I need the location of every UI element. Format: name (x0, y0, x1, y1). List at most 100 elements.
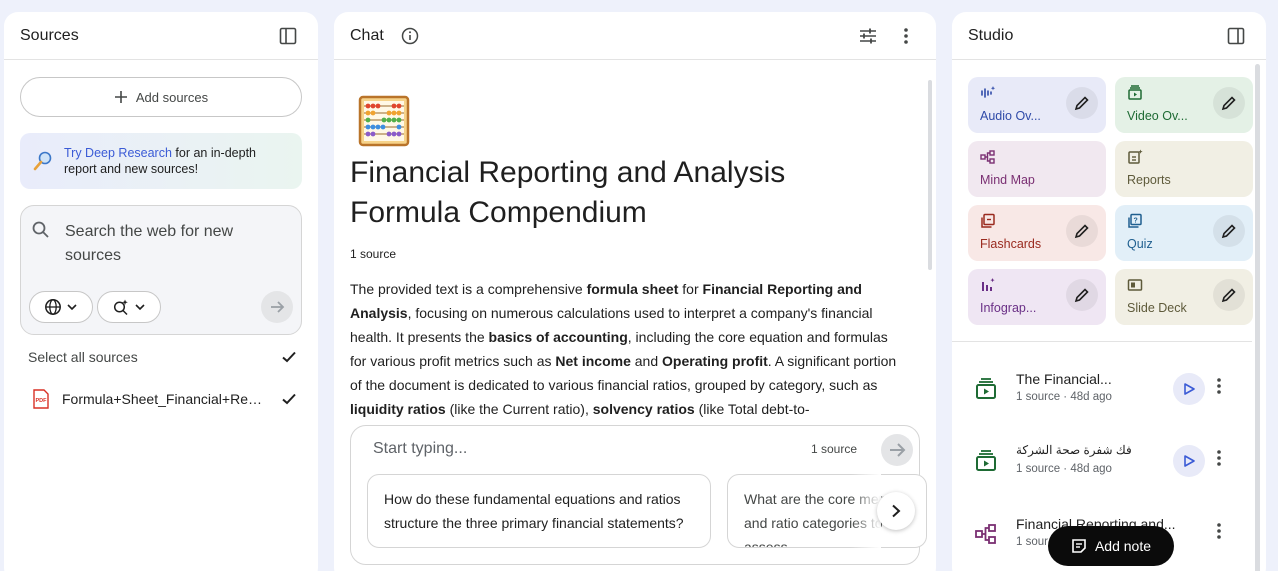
edit-pencil-icon[interactable] (1066, 87, 1098, 119)
studio-scrollbar[interactable] (1255, 64, 1260, 571)
notebook-title: Financial Reporting and Analysis Formula… (350, 156, 786, 229)
more-vert-icon[interactable] (1216, 522, 1222, 540)
source-item-name: Formula+Sheet_Financial+Reporting+and+An… (62, 391, 268, 407)
info-icon[interactable] (396, 22, 424, 50)
flashcards-tile[interactable]: Flashcards (968, 205, 1106, 261)
sidebar-collapse-icon[interactable] (1222, 22, 1250, 50)
search-icon (31, 220, 51, 240)
slide-deck-tile[interactable]: Slide Deck (1115, 269, 1253, 325)
magnifier-sparkle-icon (32, 150, 54, 172)
more-vert-icon[interactable] (1216, 449, 1222, 467)
add-note-label: Add note (1094, 538, 1152, 554)
add-sources-button[interactable]: Add sources (20, 77, 302, 117)
tile-label: Video Ov... (1127, 109, 1188, 123)
note-meta: 1 source · 48d ago (1016, 391, 1112, 403)
more-vert-icon[interactable] (892, 22, 920, 50)
chevron-down-icon (134, 301, 146, 313)
suggested-question[interactable]: How do these fundamental equations and r… (367, 474, 711, 548)
note-meta: 1 source · 48d ago (1016, 463, 1112, 475)
more-vert-icon[interactable] (1216, 377, 1222, 395)
sources-panel: Sources Add sources Try Deep Research fo… (4, 12, 318, 571)
chat-scrollbar[interactable] (928, 80, 932, 270)
next-suggestions-button[interactable] (877, 492, 915, 530)
composer-source-count: 1 source (810, 442, 857, 456)
chat-panel: Chat Financial Reporting and Analysis Fo… (334, 12, 936, 571)
abacus-emoji-icon (358, 95, 410, 147)
notebook-summary: The provided text is a comprehensive for… (350, 277, 906, 421)
summary-segment: The provided text is a comprehensive (350, 281, 587, 297)
select-all-checkbox[interactable] (280, 348, 298, 366)
audio-overview-tile[interactable]: Audio Ov... (968, 77, 1106, 133)
studio-note-item[interactable]: The Financial... 1 source · 48d ago (968, 367, 1248, 415)
note-title: فك شفرة صحة الشركة (1016, 443, 1132, 457)
summary-segment: solvency ratios (592, 401, 695, 417)
globe-icon (44, 298, 62, 316)
summary-segment: Net income (555, 353, 631, 369)
video-overview-icon (974, 449, 998, 473)
sidebar-collapse-icon[interactable] (274, 22, 302, 50)
plus-icon (114, 90, 128, 104)
quiz-tile[interactable]: ? Quiz (1115, 205, 1253, 261)
reports-tile[interactable]: Reports (1115, 141, 1253, 197)
summary-segment: formula sheet (586, 281, 679, 297)
video-overview-icon (974, 377, 998, 401)
summary-segment: (like Total debt-to- (694, 401, 810, 417)
sources-header: Sources (4, 12, 318, 60)
chat-composer[interactable]: Start typing... 1 source How do these fu… (350, 425, 927, 565)
chevron-down-icon (66, 301, 78, 313)
video-overview-icon (1127, 85, 1143, 101)
edit-pencil-icon[interactable] (1066, 215, 1098, 247)
studio-panel: Studio Audio Ov... Video Ov... Mind Map … (952, 12, 1266, 571)
note-add-icon (1071, 538, 1087, 554)
tile-label: Mind Map (980, 173, 1035, 187)
edit-pencil-icon[interactable] (1213, 87, 1245, 119)
video-overview-tile[interactable]: Video Ov... (1115, 77, 1253, 133)
infographic-icon (980, 277, 996, 293)
sources-title: Sources (20, 26, 79, 44)
deep-research-link[interactable]: Try Deep Research (64, 146, 172, 160)
studio-header: Studio (952, 12, 1266, 60)
edit-pencil-icon[interactable] (1213, 279, 1245, 311)
tile-label: Infograp... (980, 301, 1037, 315)
summary-segment: (like the Current ratio), (445, 401, 593, 417)
chat-input[interactable]: Start typing... (373, 440, 467, 458)
tile-label: Flashcards (980, 237, 1042, 251)
add-note-button[interactable]: Add note (1048, 526, 1174, 566)
select-all-row[interactable]: Select all sources (28, 345, 298, 369)
tile-label: Audio Ov... (980, 109, 1041, 123)
web-source-dropdown[interactable] (29, 291, 93, 323)
deep-research-text: Try Deep Research for an in-depth report… (64, 145, 290, 177)
search-input[interactable]: Search the web for new sources (65, 220, 265, 268)
source-item-checkbox[interactable] (280, 390, 298, 408)
chat-header: Chat (334, 12, 936, 60)
reports-icon (1127, 149, 1143, 165)
arrow-right-icon (888, 441, 906, 459)
studio-note-item[interactable]: فك شفرة صحة الشركة 1 source · 48d ago (968, 439, 1248, 487)
infographic-tile[interactable]: Infograp... (968, 269, 1106, 325)
play-button[interactable] (1173, 445, 1205, 477)
edit-pencil-icon[interactable] (1066, 279, 1098, 311)
audio-overview-icon (980, 85, 996, 101)
mind-map-tile[interactable]: Mind Map (968, 141, 1106, 197)
chat-title: Chat (350, 26, 384, 44)
studio-divider (952, 341, 1252, 342)
send-button[interactable] (881, 434, 913, 466)
search-submit-button[interactable] (261, 291, 293, 323)
tune-settings-icon[interactable] (854, 22, 882, 50)
pdf-icon: PDF (32, 389, 50, 409)
web-search-box[interactable]: Search the web for new sources (20, 205, 302, 335)
flashcards-icon (980, 213, 996, 229)
research-mode-dropdown[interactable] (97, 291, 161, 323)
select-all-label: Select all sources (28, 349, 138, 365)
source-item[interactable]: PDF Formula+Sheet_Financial+Reporting+an… (32, 387, 298, 411)
tile-label: Slide Deck (1127, 301, 1187, 315)
deep-research-banner[interactable]: Try Deep Research for an in-depth report… (20, 133, 302, 189)
play-button[interactable] (1173, 373, 1205, 405)
summary-segment: Operating profit (662, 353, 768, 369)
svg-text:PDF: PDF (36, 398, 48, 404)
search-sparkle-icon (112, 298, 130, 316)
edit-pencil-icon[interactable] (1213, 215, 1245, 247)
add-sources-label: Add sources (135, 89, 209, 105)
summary-segment: and (630, 353, 663, 369)
chevron-right-icon (890, 504, 902, 518)
